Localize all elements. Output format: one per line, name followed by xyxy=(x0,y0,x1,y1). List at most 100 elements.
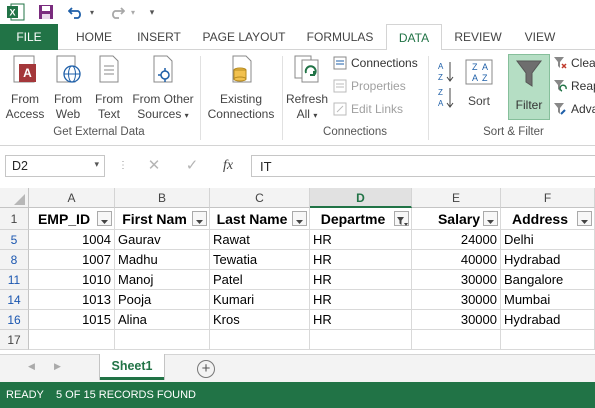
header-cell-salary[interactable]: Salary xyxy=(412,208,501,230)
cell-emp-id[interactable]: 1004 xyxy=(29,230,115,250)
cell-address[interactable]: Mumbai xyxy=(501,290,595,310)
cell-emp-id[interactable]: 1007 xyxy=(29,250,115,270)
cell-salary[interactable]: 40000 xyxy=(412,250,501,270)
cell-first-name[interactable]: Alina xyxy=(115,310,210,330)
edit-links-button[interactable]: Edit Links xyxy=(333,102,403,116)
cell-address[interactable]: Delhi xyxy=(501,230,595,250)
scroll-right-icon[interactable]: ▶ xyxy=(54,361,61,372)
redo-icon[interactable] xyxy=(107,3,127,21)
tab-file[interactable]: FILE xyxy=(0,24,58,50)
empty-cell[interactable] xyxy=(501,330,595,350)
clear-filter-button[interactable]: Clea xyxy=(553,56,595,70)
cell-department[interactable]: HR xyxy=(310,310,412,330)
from-other-sources-button[interactable]: From Other Sources ▾ xyxy=(130,54,196,123)
filter-dropdown-address[interactable] xyxy=(577,211,592,226)
reapply-button[interactable]: Reap xyxy=(553,79,595,93)
cell-department[interactable]: HR xyxy=(310,230,412,250)
column-header-c[interactable]: C xyxy=(210,188,310,208)
empty-cell[interactable] xyxy=(310,330,412,350)
cell-address[interactable]: Hydrabad xyxy=(501,310,595,330)
cancel-icon[interactable]: ✕ xyxy=(144,155,164,177)
column-header-a[interactable]: A xyxy=(29,188,115,208)
tab-data[interactable]: DATA xyxy=(386,24,442,51)
cell-department[interactable]: HR xyxy=(310,290,412,310)
cell-emp-id[interactable]: 1015 xyxy=(29,310,115,330)
add-sheet-icon[interactable]: + xyxy=(197,360,215,378)
header-cell-emp-id[interactable]: EMP_ID xyxy=(29,208,115,230)
tab-page-layout[interactable]: PAGE LAYOUT xyxy=(196,24,292,50)
cell-emp-id[interactable]: 1010 xyxy=(29,270,115,290)
header-cell-first-name[interactable]: First Nam xyxy=(115,208,210,230)
column-header-b[interactable]: B xyxy=(115,188,210,208)
filter-dropdown-first-name[interactable] xyxy=(192,211,207,226)
undo-dropdown-icon[interactable]: ▾ xyxy=(87,3,97,21)
advanced-filter-button[interactable]: Adva xyxy=(553,102,595,116)
undo-icon[interactable] xyxy=(66,3,86,21)
empty-cell[interactable] xyxy=(412,330,501,350)
header-cell-department[interactable]: Departme xyxy=(310,208,412,230)
cell-last-name[interactable]: Rawat xyxy=(210,230,310,250)
cell-last-name[interactable]: Tewatia xyxy=(210,250,310,270)
tab-home[interactable]: HOME xyxy=(66,24,122,50)
cell-address[interactable]: Bangalore xyxy=(501,270,595,290)
filter-dropdown-last-name[interactable] xyxy=(292,211,307,226)
name-box[interactable]: D2 ▾ xyxy=(5,155,105,177)
from-text-button[interactable]: From Text xyxy=(90,54,128,122)
row-header[interactable]: 14 xyxy=(0,290,29,310)
empty-cell[interactable] xyxy=(29,330,115,350)
connections-button[interactable]: Connections xyxy=(333,56,418,70)
cell-first-name[interactable]: Gaurav xyxy=(115,230,210,250)
header-cell-address[interactable]: Address xyxy=(501,208,595,230)
cell-salary[interactable]: 24000 xyxy=(412,230,501,250)
row-header[interactable]: 8 xyxy=(0,250,29,270)
formula-bar-grip[interactable]: ⋮ xyxy=(118,155,128,177)
redo-dropdown-icon[interactable]: ▾ xyxy=(128,3,138,21)
enter-check-icon[interactable]: ✓ xyxy=(182,155,202,177)
cell-address[interactable]: Hydrabad xyxy=(501,250,595,270)
tab-formulas[interactable]: FORMULAS xyxy=(300,24,380,50)
row-header-17[interactable]: 17 xyxy=(0,330,29,350)
cell-last-name[interactable]: Kumari xyxy=(210,290,310,310)
empty-cell[interactable] xyxy=(210,330,310,350)
save-icon[interactable] xyxy=(36,3,56,21)
cell-emp-id[interactable]: 1013 xyxy=(29,290,115,310)
row-header-1[interactable]: 1 xyxy=(0,208,29,230)
from-web-button[interactable]: From Web xyxy=(48,54,88,122)
column-header-e[interactable]: E xyxy=(412,188,501,208)
empty-cell[interactable] xyxy=(115,330,210,350)
filter-button[interactable]: Filter xyxy=(508,54,550,120)
properties-button[interactable]: Properties xyxy=(333,79,406,93)
filter-dropdown-salary[interactable] xyxy=(483,211,498,226)
cell-department[interactable]: HR xyxy=(310,270,412,290)
cell-last-name[interactable]: Patel xyxy=(210,270,310,290)
scroll-left-icon[interactable]: ◀ xyxy=(28,361,35,372)
header-cell-last-name[interactable]: Last Name xyxy=(210,208,310,230)
tab-view[interactable]: VIEW xyxy=(514,24,566,50)
cell-first-name[interactable]: Pooja xyxy=(115,290,210,310)
from-access-button[interactable]: A From Access xyxy=(2,54,48,122)
sort-button[interactable]: ZAAZ Sort xyxy=(462,58,496,109)
sheet-tab-sheet1[interactable]: Sheet1 xyxy=(100,354,164,380)
cell-first-name[interactable]: Manoj xyxy=(115,270,210,290)
cell-salary[interactable]: 30000 xyxy=(412,310,501,330)
filter-dropdown-emp-id[interactable] xyxy=(97,211,112,226)
formula-input[interactable]: IT xyxy=(251,155,595,177)
existing-connections-button[interactable]: Existing Connections xyxy=(204,54,278,122)
select-all-corner[interactable] xyxy=(0,188,29,208)
chevron-down-icon[interactable]: ▾ xyxy=(94,159,99,170)
row-header[interactable]: 11 xyxy=(0,270,29,290)
cell-first-name[interactable]: Madhu xyxy=(115,250,210,270)
column-header-f[interactable]: F xyxy=(501,188,595,208)
insert-function-icon[interactable]: fx xyxy=(216,155,240,177)
row-header[interactable]: 5 xyxy=(0,230,29,250)
cell-salary[interactable]: 30000 xyxy=(412,270,501,290)
tab-review[interactable]: REVIEW xyxy=(448,24,508,50)
customize-qat-icon[interactable]: ▾ xyxy=(146,3,158,21)
tab-insert[interactable]: INSERT xyxy=(130,24,188,50)
sort-ascending-button[interactable]: AZ xyxy=(436,60,456,88)
cell-last-name[interactable]: Kros xyxy=(210,310,310,330)
sort-descending-button[interactable]: ZA xyxy=(436,86,456,114)
column-header-d[interactable]: D xyxy=(310,188,412,208)
filter-dropdown-department[interactable] xyxy=(394,211,409,226)
cell-salary[interactable]: 30000 xyxy=(412,290,501,310)
